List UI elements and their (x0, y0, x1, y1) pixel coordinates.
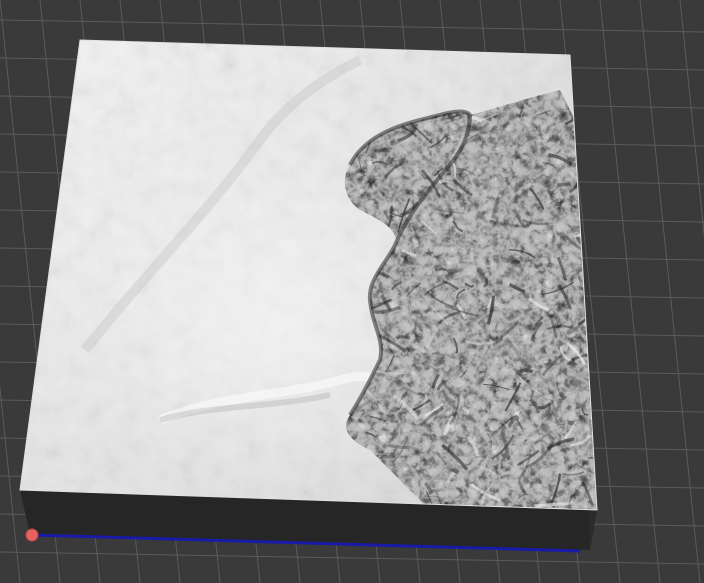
grid-line-vertical (599, 0, 661, 583)
scene-canvas[interactable] (0, 0, 704, 583)
3d-viewport[interactable] (0, 0, 704, 583)
grid-line-horizontal (0, 19, 704, 33)
mountain-crease (395, 335, 411, 340)
terrain-model[interactable] (0, 0, 704, 583)
mountain-crease (372, 454, 396, 459)
grid-line-vertical (0, 383, 21, 583)
mountain-crease (435, 268, 447, 272)
grid-line-vertical (639, 0, 701, 583)
mountain-crease (572, 135, 597, 148)
grid-line-vertical (679, 0, 704, 239)
mountain-crease (582, 274, 594, 282)
mountain-crease (519, 368, 534, 374)
mountain-crease (582, 114, 597, 132)
grid-line-horizontal (0, 551, 704, 565)
mountain-crease (582, 321, 597, 332)
origin-marker[interactable] (25, 528, 39, 542)
mountain-crease (557, 181, 572, 188)
mountain-crease (470, 126, 485, 131)
